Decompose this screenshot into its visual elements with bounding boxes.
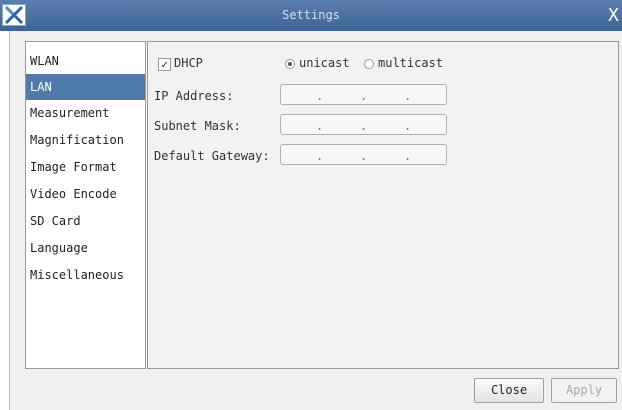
octet-separator: .: [316, 149, 324, 163]
octet-separator: .: [404, 149, 412, 163]
window-close-icon[interactable]: X: [608, 5, 622, 27]
octet-separator: .: [316, 119, 324, 133]
ip-address-label: IP Address:: [154, 89, 234, 103]
unicast-label: unicast: [299, 56, 350, 70]
settings-window: Settings X WLAN LAN Measurement Magnific…: [0, 0, 622, 410]
sidebar-item-miscellaneous[interactable]: Miscellaneous: [26, 262, 145, 288]
octet-separator: .: [360, 119, 368, 133]
close-button[interactable]: Close: [474, 378, 544, 403]
sidebar-item-video-encode[interactable]: Video Encode: [26, 181, 145, 207]
subnet-mask-field[interactable]: . . .: [280, 114, 447, 135]
settings-category-list: WLAN LAN Measurement Magnification Image…: [25, 41, 146, 369]
sidebar-item-magnification[interactable]: Magnification: [26, 127, 145, 153]
default-gateway-field[interactable]: . . .: [280, 144, 447, 165]
dhcp-checkbox[interactable]: ✓: [158, 58, 171, 71]
sidebar-item-lan[interactable]: LAN: [26, 74, 145, 100]
unicast-radio[interactable]: [285, 59, 295, 69]
sidebar-item-language[interactable]: Language: [26, 235, 145, 261]
title-bar[interactable]: Settings X: [0, 0, 622, 31]
octet-separator: .: [404, 119, 412, 133]
multicast-radio[interactable]: [364, 59, 374, 69]
apply-button[interactable]: Apply: [551, 378, 617, 403]
sidebar-item-measurement[interactable]: Measurement: [26, 100, 145, 126]
subnet-mask-label: Subnet Mask:: [154, 119, 241, 133]
multicast-label: multicast: [378, 56, 444, 70]
lan-settings-panel: ✓ DHCP unicast multicast IP Address: . .…: [147, 41, 619, 369]
ip-address-field[interactable]: . . .: [280, 84, 447, 105]
octet-separator: .: [316, 89, 324, 103]
settings-dialog: WLAN LAN Measurement Magnification Image…: [9, 31, 622, 410]
sidebar-item-wlan[interactable]: WLAN: [26, 48, 145, 74]
dhcp-label: DHCP: [174, 56, 203, 70]
sidebar-item-image-format[interactable]: Image Format: [26, 154, 145, 180]
sidebar-item-sd-card[interactable]: SD Card: [26, 208, 145, 234]
default-gateway-label: Default Gateway:: [154, 149, 270, 163]
octet-separator: .: [404, 89, 412, 103]
octet-separator: .: [360, 149, 368, 163]
window-title: Settings: [282, 8, 340, 22]
octet-separator: .: [360, 89, 368, 103]
